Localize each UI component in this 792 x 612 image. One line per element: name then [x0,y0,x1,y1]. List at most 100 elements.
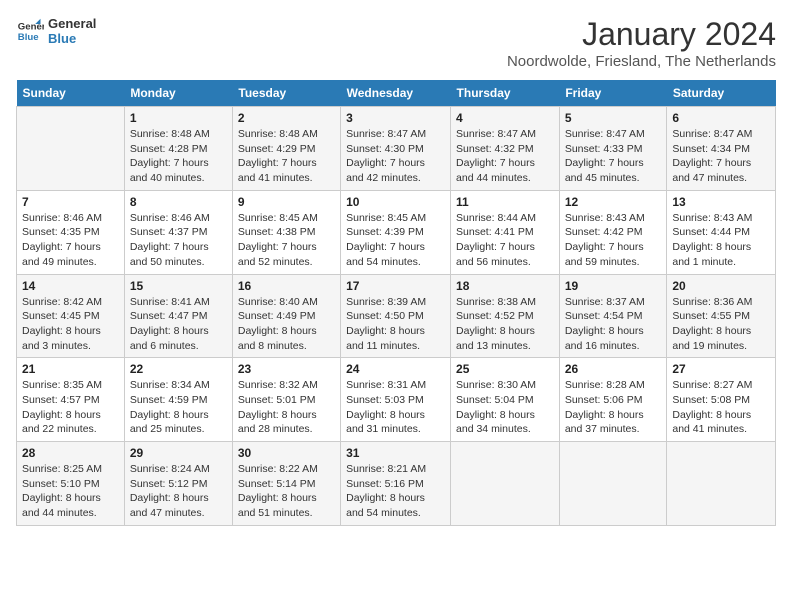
day-info: Sunrise: 8:42 AMSunset: 4:45 PMDaylight:… [22,295,119,354]
day-info: Sunrise: 8:44 AMSunset: 4:41 PMDaylight:… [456,211,554,270]
day-number: 24 [346,362,445,376]
calendar-cell: 25Sunrise: 8:30 AMSunset: 5:04 PMDayligh… [451,358,560,442]
day-info: Sunrise: 8:46 AMSunset: 4:37 PMDaylight:… [130,211,227,270]
day-info: Sunrise: 8:47 AMSunset: 4:33 PMDaylight:… [565,127,662,186]
day-number: 15 [130,279,227,293]
week-row-4: 21Sunrise: 8:35 AMSunset: 4:57 PMDayligh… [17,358,776,442]
calendar-cell: 5 Sunrise: 8:47 AMSunset: 4:33 PMDaylight… [559,107,667,191]
calendar-cell: 1 Sunrise: 8:48 AMSunset: 4:28 PMDaylight… [124,107,232,191]
day-info: Sunrise: 8:27 AMSunset: 5:08 PMDaylight:… [672,378,770,437]
week-row-2: 7 Sunrise: 8:46 AMSunset: 4:35 PMDaylight… [17,190,776,274]
title-block: January 2024 Noordwolde, Friesland, The … [507,16,776,70]
day-info: Sunrise: 8:38 AMSunset: 4:52 PMDaylight:… [456,295,554,354]
day-number: 28 [22,446,119,460]
calendar-table: SundayMondayTuesdayWednesdayThursdayFrid… [16,80,776,526]
day-info: Sunrise: 8:41 AMSunset: 4:47 PMDaylight:… [130,295,227,354]
day-number: 26 [565,362,662,376]
day-info: Sunrise: 8:45 AMSunset: 4:39 PMDaylight:… [346,211,445,270]
calendar-cell: 13 Sunrise: 8:43 AMSunset: 4:44 PMDayligh… [667,190,776,274]
calendar-cell: 20 Sunrise: 8:36 AMSunset: 4:55 PMDayligh… [667,274,776,358]
calendar-cell: 31 Sunrise: 8:21 AMSunset: 5:16 PMDayligh… [341,442,451,526]
day-info: Sunrise: 8:35 AMSunset: 4:57 PMDaylight:… [22,378,119,437]
calendar-cell: 21Sunrise: 8:35 AMSunset: 4:57 PMDayligh… [17,358,125,442]
logo-general: General [48,16,96,31]
calendar-cell: 22Sunrise: 8:34 AMSunset: 4:59 PMDayligh… [124,358,232,442]
day-header-friday: Friday [559,80,667,107]
calendar-cell: 24Sunrise: 8:31 AMSunset: 5:03 PMDayligh… [341,358,451,442]
day-header-thursday: Thursday [451,80,560,107]
page-header: General Blue General Blue January 2024 N… [16,16,776,70]
calendar-cell: 14 Sunrise: 8:42 AMSunset: 4:45 PMDayligh… [17,274,125,358]
calendar-cell: 7 Sunrise: 8:46 AMSunset: 4:35 PMDaylight… [17,190,125,274]
logo-icon: General Blue [16,17,44,45]
calendar-cell: 9 Sunrise: 8:45 AMSunset: 4:38 PMDaylight… [232,190,340,274]
calendar-cell: 10 Sunrise: 8:45 AMSunset: 4:39 PMDayligh… [341,190,451,274]
day-number: 22 [130,362,227,376]
day-info: Sunrise: 8:36 AMSunset: 4:55 PMDaylight:… [672,295,770,354]
calendar-cell: 8 Sunrise: 8:46 AMSunset: 4:37 PMDaylight… [124,190,232,274]
day-number: 8 [130,195,227,209]
calendar-cell: 16 Sunrise: 8:40 AMSunset: 4:49 PMDayligh… [232,274,340,358]
day-info: Sunrise: 8:21 AMSunset: 5:16 PMDaylight:… [346,462,445,521]
day-number: 1 [130,111,227,125]
day-number: 11 [456,195,554,209]
calendar-cell: 18 Sunrise: 8:38 AMSunset: 4:52 PMDayligh… [451,274,560,358]
day-info: Sunrise: 8:47 AMSunset: 4:30 PMDaylight:… [346,127,445,186]
day-info: Sunrise: 8:43 AMSunset: 4:42 PMDaylight:… [565,211,662,270]
calendar-cell: 17Sunrise: 8:39 AMSunset: 4:50 PMDayligh… [341,274,451,358]
day-number: 6 [672,111,770,125]
day-info: Sunrise: 8:48 AMSunset: 4:29 PMDaylight:… [238,127,335,186]
day-info: Sunrise: 8:46 AMSunset: 4:35 PMDaylight:… [22,211,119,270]
calendar-cell: 27 Sunrise: 8:27 AMSunset: 5:08 PMDayligh… [667,358,776,442]
calendar-cell: 3 Sunrise: 8:47 AMSunset: 4:30 PMDaylight… [341,107,451,191]
calendar-cell: 6 Sunrise: 8:47 AMSunset: 4:34 PMDaylight… [667,107,776,191]
day-info: Sunrise: 8:45 AMSunset: 4:38 PMDaylight:… [238,211,335,270]
day-info: Sunrise: 8:24 AMSunset: 5:12 PMDaylight:… [130,462,227,521]
day-info: Sunrise: 8:28 AMSunset: 5:06 PMDaylight:… [565,378,662,437]
day-info: Sunrise: 8:32 AMSunset: 5:01 PMDaylight:… [238,378,335,437]
week-row-5: 28Sunrise: 8:25 AMSunset: 5:10 PMDayligh… [17,442,776,526]
day-number: 9 [238,195,335,209]
calendar-cell: 4Sunrise: 8:47 AMSunset: 4:32 PMDaylight… [451,107,560,191]
week-row-3: 14 Sunrise: 8:42 AMSunset: 4:45 PMDayligh… [17,274,776,358]
day-header-tuesday: Tuesday [232,80,340,107]
calendar-cell: 12Sunrise: 8:43 AMSunset: 4:42 PMDayligh… [559,190,667,274]
day-info: Sunrise: 8:47 AMSunset: 4:34 PMDaylight:… [672,127,770,186]
calendar-cell [17,107,125,191]
svg-text:Blue: Blue [18,32,39,43]
location-subtitle: Noordwolde, Friesland, The Netherlands [507,53,776,70]
day-number: 18 [456,279,554,293]
day-number: 10 [346,195,445,209]
day-number: 3 [346,111,445,125]
day-number: 19 [565,279,662,293]
day-number: 27 [672,362,770,376]
day-number: 5 [565,111,662,125]
logo-blue: Blue [48,31,96,46]
calendar-cell [667,442,776,526]
day-number: 31 [346,446,445,460]
day-number: 7 [22,195,119,209]
day-number: 25 [456,362,554,376]
day-info: Sunrise: 8:48 AMSunset: 4:28 PMDaylight:… [130,127,227,186]
day-number: 16 [238,279,335,293]
day-number: 14 [22,279,119,293]
logo: General Blue General Blue [16,16,96,46]
calendar-cell: 23Sunrise: 8:32 AMSunset: 5:01 PMDayligh… [232,358,340,442]
day-info: Sunrise: 8:47 AMSunset: 4:32 PMDaylight:… [456,127,554,186]
day-header-sunday: Sunday [17,80,125,107]
calendar-cell: 11 Sunrise: 8:44 AMSunset: 4:41 PMDayligh… [451,190,560,274]
day-number: 29 [130,446,227,460]
calendar-cell: 19Sunrise: 8:37 AMSunset: 4:54 PMDayligh… [559,274,667,358]
day-info: Sunrise: 8:40 AMSunset: 4:49 PMDaylight:… [238,295,335,354]
day-header-saturday: Saturday [667,80,776,107]
day-number: 20 [672,279,770,293]
day-info: Sunrise: 8:43 AMSunset: 4:44 PMDaylight:… [672,211,770,270]
day-number: 2 [238,111,335,125]
day-number: 13 [672,195,770,209]
calendar-cell: 26 Sunrise: 8:28 AMSunset: 5:06 PMDayligh… [559,358,667,442]
day-number: 17 [346,279,445,293]
calendar-cell: 29 Sunrise: 8:24 AMSunset: 5:12 PMDayligh… [124,442,232,526]
day-header-wednesday: Wednesday [341,80,451,107]
day-info: Sunrise: 8:22 AMSunset: 5:14 PMDaylight:… [238,462,335,521]
week-row-1: 1 Sunrise: 8:48 AMSunset: 4:28 PMDaylight… [17,107,776,191]
